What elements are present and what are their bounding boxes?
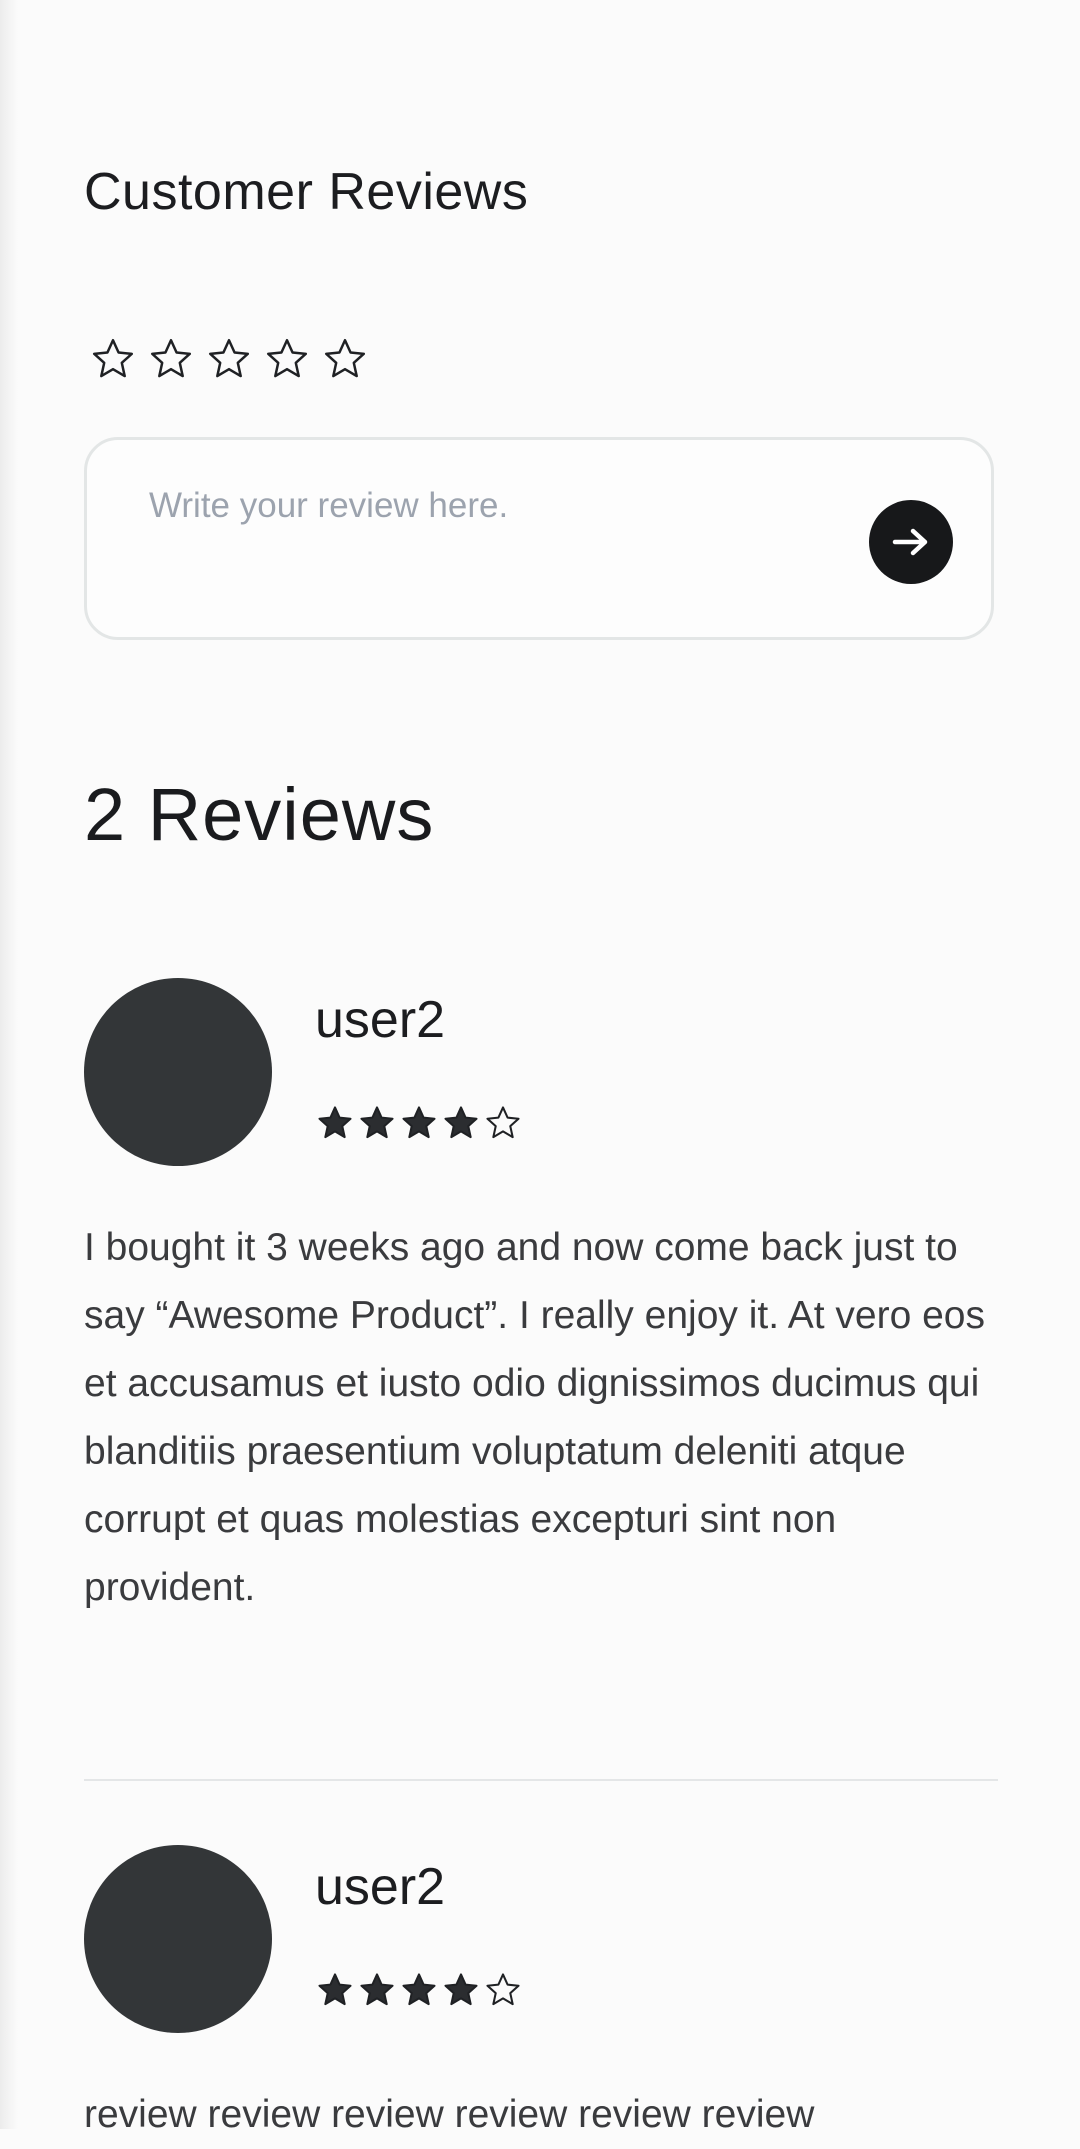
reviews-count: 2 Reviews	[84, 773, 435, 856]
review-text: I bought it 3 weeks ago and now come bac…	[84, 1226, 985, 1609]
star-empty-icon	[486, 1973, 520, 2006]
rating-star-icon[interactable]	[264, 336, 310, 382]
star-filled-icon	[444, 1973, 478, 2006]
star-filled-icon	[360, 1106, 394, 1139]
star-filled-icon	[444, 1106, 478, 1139]
star-filled-icon	[318, 1106, 352, 1139]
star-empty-icon	[486, 1106, 520, 1139]
review-text: review review review review review revie…	[84, 2093, 815, 2136]
star-filled-icon	[402, 1106, 436, 1139]
review-textarea[interactable]	[147, 484, 851, 608]
page-edge-shadow	[0, 0, 18, 2129]
avatar	[84, 978, 272, 1166]
avatar	[84, 1845, 272, 2033]
review-username: user2	[315, 1858, 446, 1916]
review-divider	[84, 1779, 998, 1781]
review-form	[84, 437, 994, 640]
review-rating	[316, 1971, 522, 2009]
review-username: user2	[315, 991, 446, 1049]
rating-star-icon[interactable]	[148, 336, 194, 382]
rating-star-icon[interactable]	[206, 336, 252, 382]
star-filled-icon	[318, 1973, 352, 2006]
submit-review-button[interactable]	[869, 500, 953, 584]
rating-star-icon[interactable]	[90, 336, 136, 382]
rating-input[interactable]	[90, 336, 368, 382]
star-filled-icon	[402, 1973, 436, 2006]
section-title: Customer Reviews	[84, 163, 529, 221]
review-rating	[316, 1104, 522, 1142]
rating-star-icon[interactable]	[322, 336, 368, 382]
star-filled-icon	[360, 1973, 394, 2006]
arrow-right-icon	[892, 528, 928, 556]
